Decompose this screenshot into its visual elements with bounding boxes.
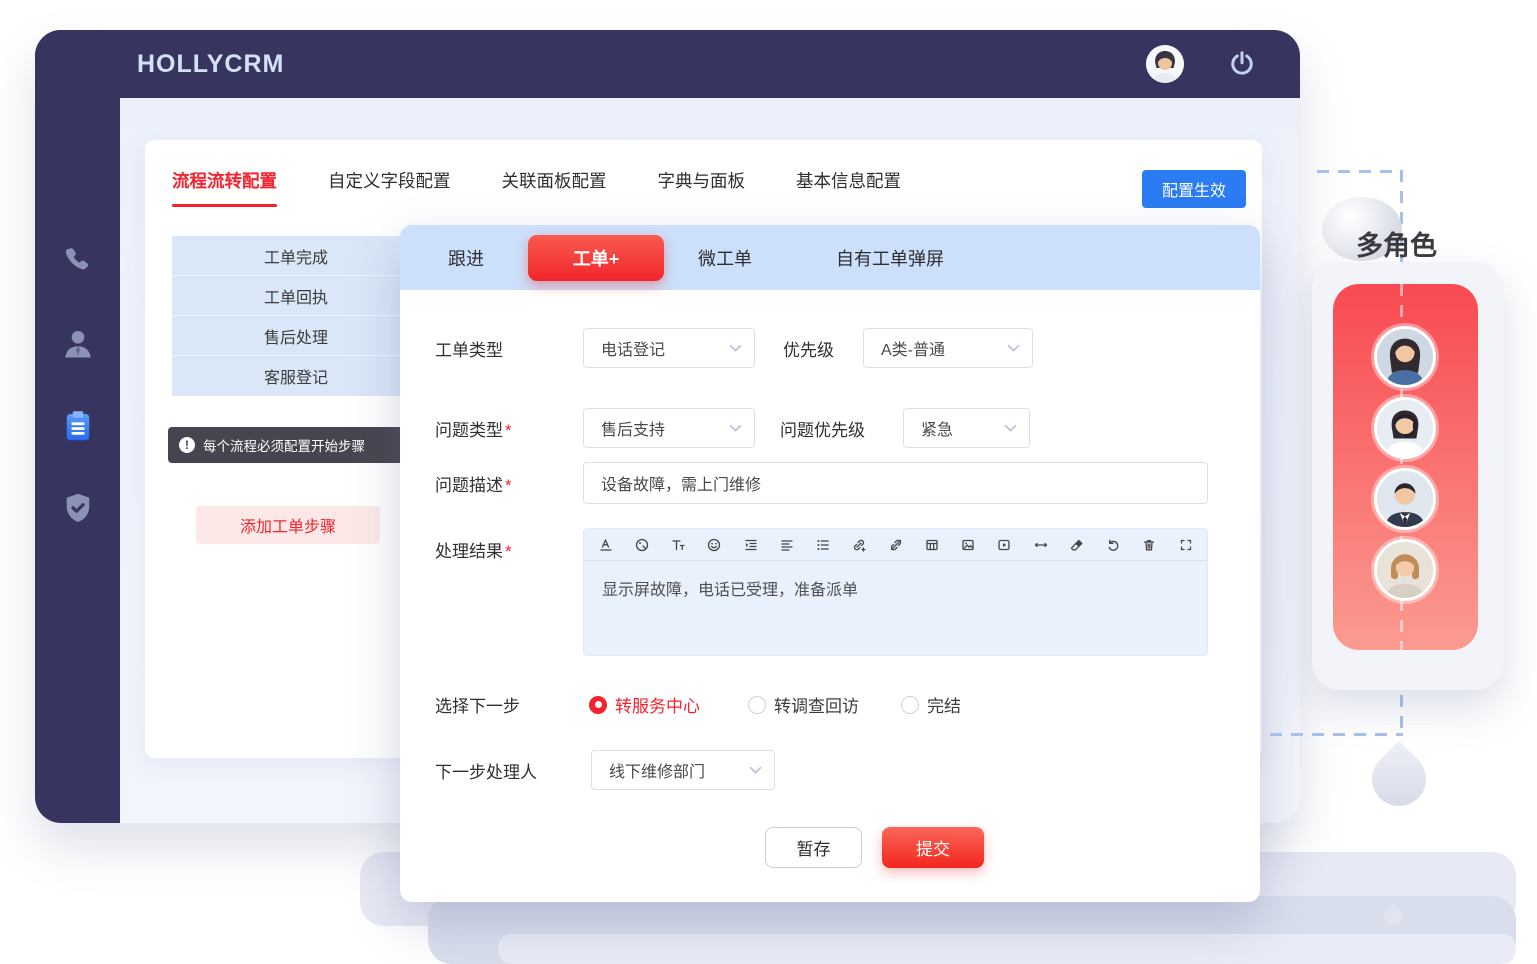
fullscreen-icon[interactable] (1177, 536, 1194, 553)
tooltip-text: 每个流程必须配置开始步骤 (203, 435, 365, 455)
tab-flow-config[interactable]: 流程流转配置 (172, 168, 277, 207)
radio-service-center[interactable] (589, 696, 607, 714)
workflow-step-list: 工单完成 工单回执 售后处理 客服登记 (172, 236, 420, 396)
avatar-agent-female-2 (1374, 539, 1436, 601)
unlink-icon[interactable] (887, 536, 904, 553)
issue-type-label: 问题类型* (435, 416, 583, 441)
issue-desc-label: 问题描述* (435, 471, 583, 496)
indent-icon[interactable] (742, 536, 759, 553)
avatar-agent-male (1374, 468, 1436, 530)
issue-priority-label: 问题优先级 (780, 416, 865, 441)
editor-toolbar (584, 529, 1207, 561)
chevron-down-icon (729, 424, 742, 433)
save-draft-button[interactable]: 暂存 (765, 827, 862, 868)
tab-micro-ticket[interactable]: 微工单 (698, 245, 752, 271)
tab-custom-fields[interactable]: 自定义字段配置 (328, 168, 451, 207)
eraser-icon[interactable] (1068, 536, 1085, 553)
user-avatar[interactable] (1146, 45, 1184, 83)
radio-survey-callback-label[interactable]: 转调查回访 (774, 692, 859, 717)
list-item[interactable]: 客服登记 (172, 356, 420, 396)
screen: HOLLYCRM (0, 0, 1537, 964)
link-icon[interactable] (851, 536, 868, 553)
radio-finish-label[interactable]: 完结 (927, 692, 961, 717)
chevron-down-icon (749, 766, 762, 775)
list-item[interactable]: 工单回执 (172, 276, 420, 316)
tab-follow-up[interactable]: 跟进 (448, 245, 484, 271)
image-icon[interactable] (960, 536, 977, 553)
avatar-agent-female-1 (1374, 326, 1436, 388)
issue-priority-select[interactable]: 紧急 (903, 408, 1030, 448)
table-icon[interactable] (923, 536, 940, 553)
power-icon[interactable] (1227, 49, 1257, 79)
app-sidebar (35, 30, 120, 823)
clipboard-icon[interactable] (60, 408, 96, 444)
tooltip: ! 每个流程必须配置开始步骤 (168, 427, 410, 463)
avatar-agent-headset (1374, 397, 1436, 459)
tab-ticket-active[interactable]: 工单+ (528, 235, 664, 281)
format-icon[interactable] (597, 536, 614, 553)
user-icon[interactable] (60, 326, 96, 362)
annotation-dash-bottom (1270, 733, 1403, 736)
next-handler-select[interactable]: 线下维修部门 (591, 750, 775, 790)
font-size-icon[interactable] (670, 536, 687, 553)
emoji-icon[interactable] (706, 536, 723, 553)
divider-icon[interactable] (1032, 536, 1049, 553)
background-card-3 (498, 934, 1516, 964)
radio-service-center-label[interactable]: 转服务中心 (615, 692, 700, 717)
rich-text-editor: 显示屏故障，电话已受理，准备派单 (583, 528, 1208, 656)
next-step-label: 选择下一步 (435, 692, 583, 717)
ticket-modal: 跟进 工单+ 微工单 自有工单弹屏 工单类型 电话登记 优先级 A类-普通 问题… (400, 225, 1260, 902)
ticket-type-select[interactable]: 电话登记 (583, 328, 755, 368)
radio-finish[interactable] (901, 696, 919, 714)
ticket-type-label: 工单类型 (435, 336, 583, 361)
alert-icon: ! (179, 437, 195, 453)
decor-drop-large (1361, 741, 1437, 817)
editor-content[interactable]: 显示屏故障，电话已受理，准备派单 (584, 561, 1207, 655)
result-label: 处理结果* (435, 528, 583, 562)
priority-select[interactable]: A类-普通 (863, 328, 1033, 368)
delete-icon[interactable] (1141, 536, 1158, 553)
tab-basic-info[interactable]: 基本信息配置 (796, 168, 901, 207)
tab-dictionary-panel[interactable]: 字典与面板 (658, 168, 746, 207)
tab-linked-panel[interactable]: 关联面板配置 (502, 168, 607, 207)
phone-icon[interactable] (60, 244, 96, 280)
palette-icon[interactable] (633, 536, 650, 553)
radio-survey-callback[interactable] (748, 696, 766, 714)
apply-config-button[interactable]: 配置生效 (1142, 170, 1246, 208)
undo-icon[interactable] (1105, 536, 1122, 553)
add-step-button[interactable]: 添加工单步骤 (196, 506, 380, 544)
modal-tabbar: 跟进 工单+ 微工单 自有工单弹屏 (400, 225, 1260, 290)
list-icon[interactable] (815, 536, 832, 553)
chevron-down-icon (729, 344, 742, 353)
chevron-down-icon (1004, 424, 1017, 433)
app-header: HOLLYCRM (35, 30, 1300, 98)
chevron-down-icon (1007, 344, 1020, 353)
submit-button[interactable]: 提交 (882, 827, 984, 868)
shield-icon[interactable] (60, 490, 96, 526)
page-tabs: 流程流转配置 自定义字段配置 关联面板配置 字典与面板 基本信息配置 (172, 168, 901, 207)
priority-label: 优先级 (783, 336, 834, 361)
tab-own-ticket-popup[interactable]: 自有工单弹屏 (836, 245, 944, 271)
list-item[interactable]: 工单完成 (172, 236, 420, 276)
annotation-dash-top (1317, 170, 1403, 173)
video-icon[interactable] (996, 536, 1013, 553)
list-item[interactable]: 售后处理 (172, 316, 420, 356)
app-title: HOLLYCRM (137, 50, 284, 79)
next-handler-label: 下一步处理人 (435, 758, 583, 783)
align-icon[interactable] (778, 536, 795, 553)
issue-type-select[interactable]: 售后支持 (583, 408, 755, 448)
issue-desc-input[interactable] (583, 462, 1208, 504)
roles-label: 多角色 (1356, 224, 1437, 263)
